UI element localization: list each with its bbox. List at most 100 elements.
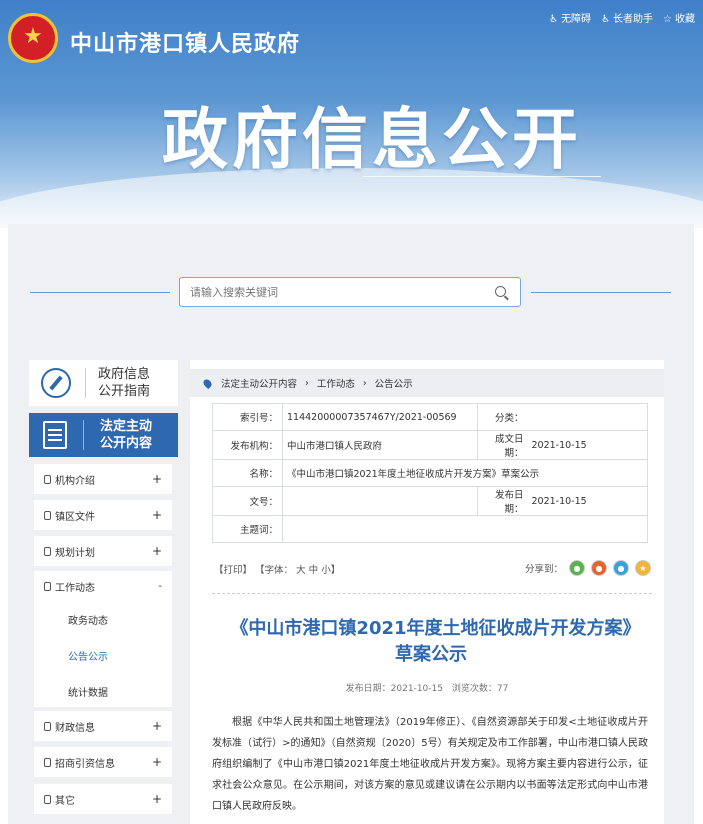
pub-date-label: 发布日期： xyxy=(345,684,391,694)
accessibility-icon: ♿ xyxy=(549,14,559,25)
breadcrumb-item[interactable]: 法定主动公开内容 xyxy=(221,376,297,390)
expand-icon[interactable]: + xyxy=(152,472,162,486)
sidebar-item-label: 招商引资信息 xyxy=(55,758,115,770)
favorite-link[interactable]: ☆ 收藏 xyxy=(663,10,695,25)
expand-icon[interactable]: + xyxy=(152,755,162,769)
table-row: 索引号： 11442000007357467Y/2021-00569 分类： xyxy=(212,403,648,431)
open-guide-button[interactable]: 政府信息 公开指南 xyxy=(29,360,178,406)
header-banner: 中山市港口镇人民政府 ♿无障碍 ♿长者助手 ☆收藏 政府信息公开 xyxy=(0,0,703,228)
national-emblem-icon xyxy=(8,13,58,63)
collapse-icon[interactable]: - xyxy=(158,581,162,592)
views-value: 77 xyxy=(496,684,509,694)
sidebar-item-label: 规划计划 xyxy=(55,547,95,559)
statutory-disclosure-label-2: 公开内容 xyxy=(100,436,153,451)
category-value xyxy=(527,403,648,431)
org-value: 中山市港口镇人民政府 xyxy=(282,430,478,460)
sidebar-subitem-gov-news[interactable]: 政务动态 xyxy=(68,612,108,627)
open-guide-label-2: 公开指南 xyxy=(98,384,151,399)
sidebar-item-other[interactable]: 其它 + xyxy=(34,784,172,814)
divider xyxy=(85,368,86,398)
font-large-link[interactable]: 大 xyxy=(296,565,306,576)
font-medium-link[interactable]: 中 xyxy=(309,565,319,576)
share-bar: 分享到： ● ● ● ★ xyxy=(525,560,652,576)
expand-icon[interactable]: + xyxy=(152,508,162,522)
statutory-disclosure-label: 法定主动 公开内容 xyxy=(100,418,152,452)
elder-assist-label: 长者助手 xyxy=(613,14,654,25)
pubdate-label: 发布日期： xyxy=(477,486,528,516)
sidebar-item-label: 其它 xyxy=(55,795,75,807)
star-icon: ☆ xyxy=(663,14,672,25)
document-icon xyxy=(44,794,51,804)
sidebar-item-investment[interactable]: 招商引资信息 + xyxy=(34,747,172,777)
content-area: 法定主动公开内容 › 工作动态 › 公告公示 索引号： 114420000073… xyxy=(190,360,664,824)
location-pin-icon xyxy=(201,377,214,389)
elder-assist-icon: ♿ xyxy=(601,14,611,25)
docno-value xyxy=(282,486,478,516)
sidebar-item-finance[interactable]: 财政信息 + xyxy=(34,711,172,741)
document-icon xyxy=(44,546,51,556)
sidebar-subitem-statistics[interactable]: 统计数据 xyxy=(68,684,108,699)
org-label: 发布机构： xyxy=(212,430,283,460)
print-link[interactable]: 【打印】 xyxy=(214,565,252,576)
table-row: 发布机构： 中山市港口镇人民政府 成文日期： 2021-10-15 xyxy=(212,430,648,460)
pub-date-value: 2021-10-15 xyxy=(390,684,443,694)
name-value: 《中山市港口镇2021年度土地征收成片开发方案》草案公示 xyxy=(282,459,648,487)
favorite-label: 收藏 xyxy=(675,14,695,25)
qq-icon[interactable]: ● xyxy=(613,560,630,576)
expand-icon[interactable]: + xyxy=(152,544,162,558)
sidebar-item-label: 镇区文件 xyxy=(55,511,95,523)
chevron-right-icon: › xyxy=(305,377,309,389)
search-input[interactable] xyxy=(180,278,470,306)
created-value: 2021-10-15 xyxy=(527,430,648,460)
sidebar-item-label: 工作动态 xyxy=(55,582,95,594)
accessibility-link[interactable]: ♿ 无障碍 xyxy=(549,10,591,25)
document-icon xyxy=(44,721,51,731)
open-guide-label: 政府信息 公开指南 xyxy=(98,366,150,400)
search-divider-right xyxy=(531,292,671,293)
topic-value xyxy=(282,515,648,543)
document-icon xyxy=(44,757,51,767)
banner-divider xyxy=(363,176,601,177)
breadcrumb-item[interactable]: 公告公示 xyxy=(375,376,413,390)
sidebar-item-work-news-head[interactable]: 工作动态 - xyxy=(34,571,172,601)
divider xyxy=(212,593,652,594)
sidebar-item-town-docs[interactable]: 镇区文件 + xyxy=(34,500,172,530)
top-links: ♿ 无障碍 ♿ 长者助手 ☆ 收藏 xyxy=(549,10,695,25)
article-body: 根据《中华人民共和国土地管理法》（2019年修正）、《自然资源部关于印发<土地征… xyxy=(212,717,648,812)
sidebar-subitem-announcements[interactable]: 公告公示 xyxy=(68,648,108,663)
article-meta: 发布日期：2021-10-15 浏览次数：77 xyxy=(190,681,664,694)
sidebar-item-label: 机构介绍 xyxy=(55,475,95,487)
font-size-label-end: 】 xyxy=(330,565,341,576)
table-row: 名称： 《中山市港口镇2021年度土地征收成片开发方案》草案公示 xyxy=(212,459,648,487)
created-label: 成文日期： xyxy=(477,430,528,460)
sidebar-item-planning[interactable]: 规划计划 + xyxy=(34,536,172,566)
name-label: 名称： xyxy=(212,459,283,487)
open-guide-label-1: 政府信息 xyxy=(98,367,151,382)
search-icon[interactable] xyxy=(495,286,506,297)
category-label: 分类： xyxy=(477,403,528,431)
wechat-icon[interactable]: ● xyxy=(569,560,586,576)
elder-assist-link[interactable]: ♿ 长者助手 xyxy=(601,10,653,25)
topic-label: 主题词： xyxy=(212,515,283,543)
breadcrumb-item[interactable]: 工作动态 xyxy=(317,376,355,390)
table-row: 主题词： xyxy=(212,515,648,543)
banner-title: 政府信息公开 xyxy=(162,101,582,178)
breadcrumb: 法定主动公开内容 › 工作动态 › 公告公示 xyxy=(190,369,664,397)
qzone-icon[interactable]: ★ xyxy=(635,560,652,576)
divider xyxy=(83,420,84,450)
article-title: 《中山市港口镇2021年度土地征收成片开发方案》草案公示 xyxy=(230,618,632,665)
expand-icon[interactable]: + xyxy=(152,792,162,806)
document-icon xyxy=(44,474,51,484)
site-title[interactable]: 中山市港口镇人民政府 xyxy=(70,26,300,58)
metadata-table: 索引号： 11442000007357467Y/2021-00569 分类： 发… xyxy=(212,403,648,543)
table-row: 文号： 发布日期： 2021-10-15 xyxy=(212,486,648,516)
index-label: 索引号： xyxy=(212,403,283,431)
article-tools: 【打印】 【字体： 大 中 小】 xyxy=(214,562,340,576)
statutory-disclosure-button[interactable]: 法定主动 公开内容 xyxy=(29,413,178,457)
font-small-link[interactable]: 小 xyxy=(321,565,331,576)
expand-icon[interactable]: + xyxy=(152,719,162,733)
weibo-icon[interactable]: ● xyxy=(591,560,608,576)
docno-label: 文号： xyxy=(212,486,283,516)
sidebar-item-org-intro[interactable]: 机构介绍 + xyxy=(34,464,172,494)
share-label: 分享到： xyxy=(525,564,564,575)
